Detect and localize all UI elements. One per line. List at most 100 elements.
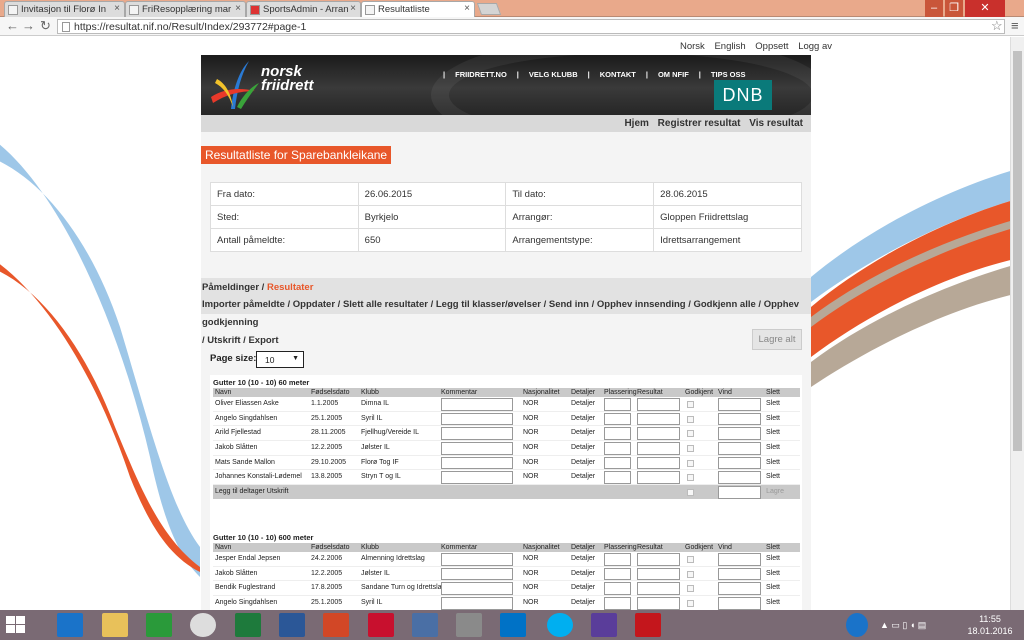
wind-input[interactable]: [718, 412, 761, 426]
browser-tab[interactable]: Invitasjon til Florø In ×: [4, 1, 125, 17]
settings-gear-icon[interactable]: [591, 613, 617, 637]
scrollbar-thumb[interactable]: [1013, 51, 1022, 451]
placement-input[interactable]: [604, 442, 631, 455]
details-link[interactable]: Detaljer: [571, 456, 604, 470]
comment-input[interactable]: [441, 471, 513, 484]
approved-checkbox[interactable]: [687, 430, 694, 438]
print-link[interactable]: Utskrift: [267, 488, 289, 495]
result-input[interactable]: [637, 427, 680, 440]
details-link[interactable]: Detaljer: [571, 581, 604, 595]
comment-input[interactable]: [441, 567, 513, 581]
details-link[interactable]: Detaljer: [571, 596, 604, 610]
tab-resultater[interactable]: Resultater: [267, 282, 313, 293]
browser-tab[interactable]: FriResopplæring mar ×: [125, 1, 246, 17]
placement-input[interactable]: [604, 456, 631, 470]
forward-arrow-icon[interactable]: →: [22, 18, 35, 34]
nav-registrer-resultat[interactable]: Registrer resultat: [658, 118, 741, 129]
acrobat-icon[interactable]: [635, 613, 661, 637]
new-tab-button[interactable]: [476, 3, 502, 15]
delete-link[interactable]: Slett: [766, 412, 800, 426]
skype-icon[interactable]: [547, 613, 573, 637]
comment-input[interactable]: [441, 398, 513, 411]
app-icon[interactable]: [368, 613, 394, 637]
nav-vis-resultat[interactable]: Vis resultat: [749, 118, 803, 129]
clock[interactable]: 11:55 18.01.2016: [960, 613, 1020, 637]
minimize-icon[interactable]: –: [925, 0, 943, 17]
add-participant-link[interactable]: Legg til deltager: [215, 488, 265, 495]
approved-checkbox[interactable]: [687, 600, 694, 608]
result-input[interactable]: [637, 553, 680, 566]
delete-link[interactable]: Slett: [766, 426, 800, 440]
word-icon[interactable]: [279, 613, 305, 637]
calculator-icon[interactable]: [456, 613, 482, 637]
result-input[interactable]: [637, 582, 680, 595]
delete-link[interactable]: Slett: [766, 581, 800, 595]
approved-checkbox[interactable]: [687, 401, 694, 408]
close-tab-icon[interactable]: ×: [235, 3, 241, 14]
chrome-icon[interactable]: [190, 613, 216, 637]
approved-checkbox[interactable]: [687, 474, 694, 482]
link-norsk[interactable]: Norsk: [680, 41, 705, 52]
nav-velg-klubb[interactable]: VELG KLUBB: [529, 70, 578, 79]
placement-input[interactable]: [604, 582, 631, 595]
excel-icon[interactable]: [235, 613, 261, 637]
comment-input[interactable]: [441, 582, 513, 595]
powerpoint-icon[interactable]: [323, 613, 349, 637]
wind-input[interactable]: [718, 398, 761, 411]
wind-input[interactable]: [718, 597, 761, 610]
nav-tips-oss[interactable]: TIPS OSS: [711, 70, 746, 79]
comment-input[interactable]: [441, 553, 513, 566]
approved-checkbox[interactable]: [687, 445, 694, 453]
link-oppsett[interactable]: Oppsett: [755, 41, 788, 52]
link-english[interactable]: English: [714, 41, 745, 52]
back-arrow-icon[interactable]: ←: [6, 18, 19, 34]
close-tab-icon[interactable]: ×: [114, 3, 120, 14]
restore-icon[interactable]: ❐: [945, 0, 963, 17]
placement-input[interactable]: [604, 398, 631, 411]
tab-pameldinger[interactable]: Påmeldinger: [202, 282, 259, 293]
approve-all-checkbox[interactable]: [687, 489, 695, 497]
wind-input[interactable]: [718, 442, 761, 455]
comment-input[interactable]: [441, 597, 513, 610]
delete-link[interactable]: Slett: [766, 441, 800, 455]
delete-link[interactable]: Slett: [766, 596, 800, 610]
comment-input[interactable]: [441, 412, 513, 426]
bookmark-star-icon[interactable]: ☆: [991, 18, 1003, 34]
store-icon[interactable]: [146, 613, 172, 637]
result-input[interactable]: [637, 412, 680, 426]
nav-hjem[interactable]: Hjem: [624, 118, 648, 129]
result-input[interactable]: [637, 456, 680, 470]
app-icon[interactable]: [412, 613, 438, 637]
result-input[interactable]: [637, 398, 680, 411]
approved-checkbox[interactable]: [687, 556, 694, 563]
action-links[interactable]: Importer påmeldte / Oppdater / Slett all…: [201, 296, 811, 350]
delete-link[interactable]: Slett: [766, 456, 800, 470]
placement-input[interactable]: [604, 567, 631, 581]
nav-friidrett[interactable]: FRIIDRETT.NO: [455, 70, 507, 79]
approved-checkbox[interactable]: [687, 459, 694, 467]
comment-input[interactable]: [441, 456, 513, 470]
placement-input[interactable]: [604, 471, 631, 484]
wind-input[interactable]: [718, 553, 761, 566]
browser-tab[interactable]: SportsAdmin - Arran ×: [246, 1, 361, 17]
details-link[interactable]: Detaljer: [571, 397, 604, 411]
close-tab-icon[interactable]: ×: [350, 3, 356, 14]
details-link[interactable]: Detaljer: [571, 552, 604, 566]
save-group-button[interactable]: Lagre: [766, 485, 800, 499]
approved-checkbox[interactable]: [687, 415, 694, 423]
nav-om-nfif[interactable]: OM NFIF: [658, 70, 689, 79]
url-input[interactable]: https://resultat.nif.no/Result/Index/293…: [57, 19, 1005, 34]
result-input[interactable]: [637, 471, 680, 484]
system-tray-icons[interactable]: ▲ ▭ ▯ ◖ ▤: [880, 613, 950, 637]
placement-input[interactable]: [604, 597, 631, 610]
delete-link[interactable]: Slett: [766, 470, 800, 484]
wind-input[interactable]: [718, 471, 761, 484]
placement-input[interactable]: [604, 553, 631, 566]
link-logg-av[interactable]: Logg av: [798, 41, 832, 52]
nav-kontakt[interactable]: KONTAKT: [600, 70, 636, 79]
file-explorer-icon[interactable]: [102, 613, 128, 637]
help-icon[interactable]: [846, 613, 868, 637]
placement-input[interactable]: [604, 427, 631, 440]
delete-link[interactable]: Slett: [766, 397, 800, 411]
wind-input[interactable]: [718, 582, 761, 595]
